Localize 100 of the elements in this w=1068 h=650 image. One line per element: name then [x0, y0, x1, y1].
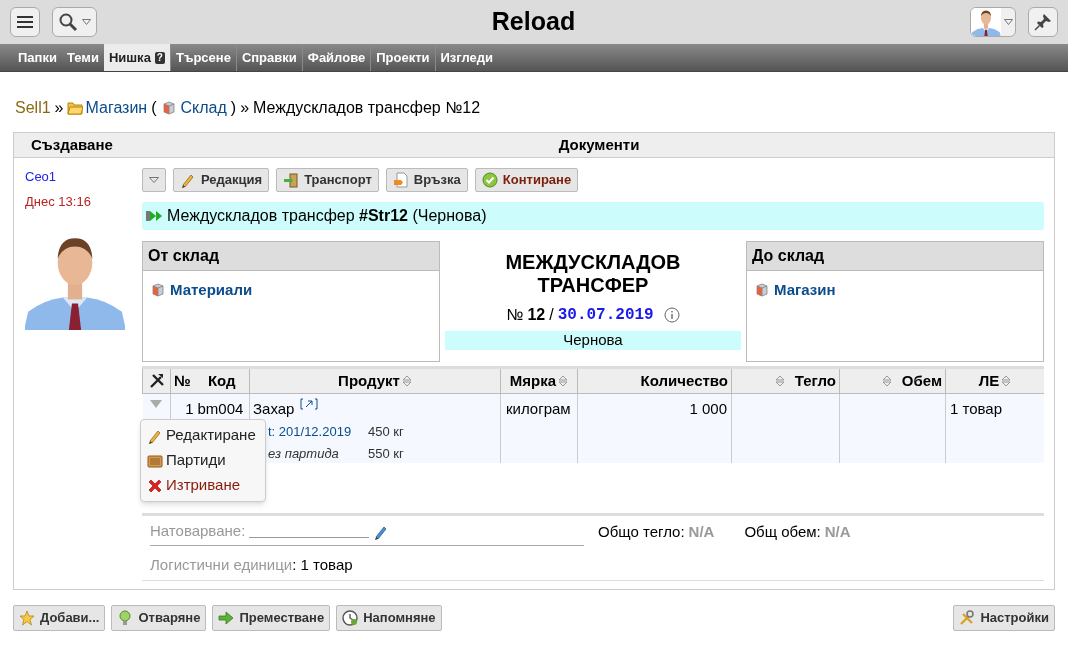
created-time: Днес 13:16: [25, 192, 92, 211]
store-link[interactable]: Магазин: [774, 279, 836, 302]
field-value: : 1 товар: [292, 554, 353, 575]
sort-icon[interactable]: [881, 373, 892, 388]
toolbar-button[interactable]: Транспорт: [276, 168, 379, 192]
page-title: Reload: [491, 6, 576, 38]
help-badge[interactable]: ?: [154, 51, 165, 64]
sort-icon[interactable]: [401, 373, 412, 388]
caret-icon[interactable]: [150, 399, 163, 408]
toolbar-button[interactable]: Контиране: [474, 168, 579, 192]
pin-icon: [1034, 13, 1052, 31]
action-button[interactable]: Преместване: [212, 605, 331, 631]
table-cell: 1 товар: [950, 399, 1003, 417]
caret-icon: [1004, 19, 1013, 25]
nav-tab[interactable]: Теми: [61, 44, 104, 71]
column-header[interactable]: Обем: [901, 369, 942, 392]
crate-icon: [147, 452, 163, 469]
number-sign: №: [506, 305, 524, 325]
store-link[interactable]: Материали: [170, 279, 253, 302]
nav-tab[interactable]: Папки: [13, 44, 62, 71]
toolbar-button[interactable]: Редакция: [173, 168, 270, 192]
caret-icon: [149, 177, 159, 183]
lightbulb-icon: [117, 610, 134, 626]
nav-tab[interactable]: Справки: [235, 44, 302, 71]
sort-icon[interactable]: [1001, 373, 1012, 388]
column-header[interactable]: ЛЕ: [978, 369, 1000, 392]
check-icon: [481, 172, 498, 188]
info-icon[interactable]: [663, 307, 680, 323]
pin-button[interactable]: [1028, 7, 1058, 37]
document-icon: [392, 172, 409, 188]
action-button[interactable]: Напомняне: [336, 605, 442, 631]
column-header[interactable]: Код: [207, 369, 236, 392]
settings-button[interactable]: Настройки: [953, 605, 1055, 631]
field-value: N/A: [688, 522, 715, 542]
breadcrumb-link[interactable]: Sell1: [15, 96, 51, 120]
status-label: Чернова: [445, 331, 741, 350]
settings-icon: [959, 610, 976, 626]
profile-button[interactable]: [970, 7, 1016, 37]
breadcrumb-link[interactable]: Магазин: [85, 96, 148, 120]
cube-icon: [150, 282, 166, 299]
column-header: Създаване: [31, 135, 113, 153]
breadcrumb-text: »: [54, 98, 64, 118]
table-cell: 1: [185, 399, 194, 417]
batch-amount: 550 кг: [368, 444, 404, 463]
tools-icon: [148, 372, 165, 389]
section-header: От склад: [148, 246, 220, 266]
menu-item[interactable]: Партиди: [141, 449, 265, 472]
cube-icon: [160, 100, 177, 116]
breadcrumb-link[interactable]: Склад: [180, 96, 227, 120]
section-header: До склад: [752, 246, 825, 266]
field-label: Натоварване:: [150, 521, 246, 542]
breadcrumb-text: Междускладов трансфер №12: [253, 98, 481, 118]
nav-tab[interactable]: Изгледи: [434, 44, 498, 71]
menu-icon: [16, 15, 34, 29]
column-header[interactable]: Мярка: [509, 369, 557, 392]
product-link[interactable]: Захар: [253, 397, 295, 420]
nav-tab[interactable]: Файлове: [301, 44, 371, 71]
star-icon: [19, 610, 35, 626]
batch-name[interactable]: t: 201/12.2019: [268, 422, 368, 442]
batch-name: ез партида: [268, 444, 340, 463]
transfer-icon: [146, 209, 164, 223]
field-label: Логистични единици: [150, 554, 293, 575]
cube-icon: [754, 282, 770, 299]
nav-tab[interactable]: Търсене: [169, 44, 236, 71]
caret-icon: [82, 19, 91, 25]
table-cell: bm004: [197, 399, 244, 417]
search-button[interactable]: [52, 7, 97, 37]
document-date: 30.07.2019: [557, 305, 654, 326]
folder-icon: [67, 100, 84, 116]
column-header[interactable]: Продукт: [338, 369, 400, 392]
separator-text: /: [549, 305, 554, 325]
batch-amount: 450 кг: [368, 423, 404, 441]
nav-tab[interactable]: Проекти: [370, 44, 435, 71]
document-heading: МЕЖДУСКЛАДОВ ТРАНСФЕР: [504, 251, 682, 297]
clock-icon: [342, 610, 359, 626]
field-value: N/A: [824, 522, 851, 542]
sort-icon[interactable]: [774, 373, 785, 388]
sort-icon[interactable]: [558, 373, 569, 388]
breadcrumb-text: »: [240, 98, 250, 118]
external-link-icon[interactable]: [300, 397, 319, 410]
column-header[interactable]: Тегло: [794, 369, 836, 392]
document-title: Междускладов трансфер #Str12 (Чернова): [167, 206, 487, 226]
table-cell: килограм: [506, 399, 571, 417]
breadcrumb-text: ): [230, 98, 237, 118]
column-header[interactable]: Количество: [640, 369, 728, 392]
pencil-icon: [180, 172, 196, 188]
more-button[interactable]: [142, 168, 166, 192]
toolbar-button[interactable]: Връзка: [385, 168, 468, 192]
menu-button[interactable]: [10, 7, 40, 37]
menu-item[interactable]: Редактиране: [141, 424, 265, 447]
action-button[interactable]: Отваряне: [111, 605, 207, 631]
author-link[interactable]: Сео1: [25, 167, 142, 187]
field-label: Общ обем:: [744, 522, 821, 542]
column-header[interactable]: №: [174, 369, 191, 392]
delete-icon: [147, 477, 163, 494]
nav-tab[interactable]: Нишка ?: [103, 44, 170, 71]
menu-item[interactable]: Изтриване: [141, 474, 265, 497]
column-header: Документи: [558, 134, 640, 155]
document-number: 12: [527, 305, 546, 325]
action-button[interactable]: Добави...: [13, 605, 106, 631]
